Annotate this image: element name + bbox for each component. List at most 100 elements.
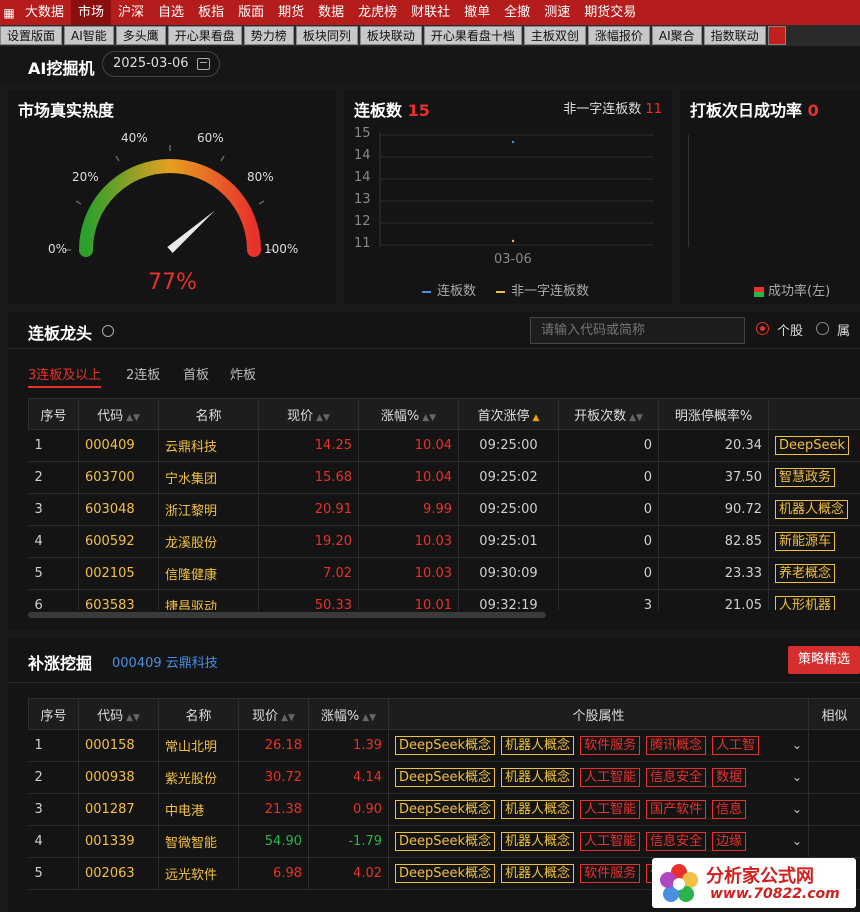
concept-tag[interactable]: DeepSeek概念 — [395, 800, 496, 819]
col-index[interactable]: 序号 — [28, 398, 79, 430]
col-name[interactable]: 名称 — [158, 398, 259, 430]
table-row[interactable]: 5 002105 信隆健康 7.02 10.03 09:30:09 0 23.33 养老概念 — [28, 557, 860, 590]
subtab[interactable]: 指数联动 — [703, 26, 766, 45]
concept-tag[interactable]: 机器人概念 — [775, 500, 849, 519]
menu-item[interactable]: 数据 — [311, 0, 351, 25]
concept-tag[interactable]: 信息安全 — [646, 832, 707, 851]
menu-item[interactable]: 测速 — [537, 0, 577, 25]
concept-tag[interactable]: 信息 — [712, 800, 747, 819]
concept-tag[interactable]: 养老概念 — [775, 564, 836, 583]
subtab[interactable]: 势力榜 — [243, 26, 294, 45]
sort-icon[interactable]: ▲▼ — [126, 413, 140, 423]
menu-item[interactable]: 版面 — [231, 0, 271, 25]
menu-item[interactable]: 沪深 — [111, 0, 151, 25]
chevron-down-icon[interactable]: ⌄ — [787, 770, 802, 784]
menu-item[interactable]: 板指 — [191, 0, 231, 25]
subtab[interactable]: 板块同列 — [295, 26, 358, 45]
subtab[interactable]: 设置版面 — [0, 26, 63, 45]
menu-item[interactable]: 全撤 — [497, 0, 537, 25]
menu-item[interactable]: 市场 — [71, 0, 112, 25]
col-change[interactable]: 涨幅% ▲▼ — [358, 398, 459, 430]
concept-tag[interactable]: 机器人概念 — [501, 736, 575, 755]
col-probability[interactable]: 明涨停概率% — [658, 398, 769, 430]
subtab[interactable]: AI聚合 — [651, 26, 702, 45]
subtab[interactable]: 开心果看盘 — [167, 26, 242, 45]
subtab[interactable]: 多头鹰 — [115, 26, 166, 45]
table-row[interactable]: 4 600592 龙溪股份 19.20 10.03 09:25:01 0 82.85 新能源车 — [28, 525, 860, 558]
col-price[interactable]: 现价 ▲▼ — [238, 698, 309, 730]
search-input[interactable] — [530, 317, 745, 344]
subtab[interactable]: 涨幅报价 — [587, 26, 650, 45]
col-index[interactable]: 序号 — [28, 698, 79, 730]
selected-stock[interactable]: 000409 云鼎科技 — [112, 652, 218, 671]
subtab[interactable]: AI智能 — [64, 26, 114, 45]
menu-item[interactable]: 大数据 — [18, 0, 71, 25]
table-row[interactable]: 1 000409 云鼎科技 14.25 10.04 09:25:00 0 20.34 DeepS… — [28, 429, 860, 462]
tab-3-plus[interactable]: 3连板及以上 — [28, 364, 102, 388]
chevron-down-icon[interactable]: ⌄ — [787, 802, 802, 816]
table-row[interactable]: 1 000158 常山北明 26.18 1.39 DeepSeek概念 机器人概念 软件服务腾… — [28, 729, 860, 762]
menu-item[interactable]: 龙虎榜 — [351, 0, 404, 25]
horizontal-scrollbar[interactable] — [28, 612, 546, 618]
legend-non-yizi[interactable]: 非一字连板数 — [496, 280, 589, 299]
concept-tag[interactable]: 机器人概念 — [501, 800, 575, 819]
table-row[interactable]: 3 603048 浙江黎明 20.91 9.99 09:25:00 0 90.72 机器人概念 — [28, 493, 860, 526]
concept-tag[interactable]: 人形机器 — [775, 596, 836, 610]
concept-tag[interactable]: 信息安全 — [646, 768, 707, 787]
col-open-count[interactable]: 开板次数 ▲▼ — [558, 398, 659, 430]
sort-icon[interactable]: ▲▼ — [629, 413, 643, 423]
concept-tag[interactable]: 机器人概念 — [501, 864, 575, 883]
chevron-down-icon[interactable]: ⌄ — [787, 834, 802, 848]
concept-tag[interactable]: 人工智能 — [580, 768, 641, 787]
table-row[interactable]: 2 603700 宁水集团 15.68 10.04 09:25:02 0 37.50 智慧政务 — [28, 461, 860, 494]
subtab[interactable]: 主板双创 — [523, 26, 586, 45]
grid-icon[interactable]: ▦ — [0, 0, 18, 25]
sort-icon[interactable]: ▲▼ — [362, 713, 376, 723]
menu-item[interactable]: 财联社 — [404, 0, 457, 25]
strategy-button[interactable]: 策略精选 — [788, 646, 860, 674]
concept-tag[interactable]: 软件服务 — [580, 864, 641, 883]
concept-tag[interactable]: DeepSeek概念 — [395, 864, 496, 883]
concept-tag[interactable]: 软件服务 — [580, 736, 641, 755]
tab-2-board[interactable]: 2连板 — [126, 364, 160, 383]
calendar-icon[interactable] — [197, 58, 210, 70]
daban-legend[interactable]: 成功率(左) — [754, 280, 830, 299]
concept-tag[interactable]: 智慧政务 — [775, 468, 836, 487]
sort-asc-icon[interactable]: ▲ — [533, 413, 540, 423]
date-picker[interactable]: 2025-03-06 — [102, 51, 220, 77]
refresh-icon[interactable] — [102, 325, 114, 337]
concept-tag[interactable]: 机器人概念 — [501, 832, 575, 851]
table-row[interactable]: 4 001339 智微智能 54.90 -1.79 DeepSeek概念 机器人概念 人工智能… — [28, 825, 860, 858]
radio-stock[interactable] — [756, 322, 769, 335]
tab-broken-board[interactable]: 炸板 — [230, 364, 256, 383]
subtab-more[interactable] — [767, 26, 786, 45]
col-name[interactable]: 名称 — [158, 698, 239, 730]
col-similar[interactable]: 相似 — [808, 698, 860, 730]
subtab[interactable]: 开心果看盘十档 — [423, 26, 522, 45]
sort-icon[interactable]: ▲▼ — [126, 713, 140, 723]
concept-tag[interactable]: 人工智 — [712, 736, 760, 755]
concept-tag[interactable]: DeepSeek概念 — [395, 832, 496, 851]
table-row[interactable]: 3 001287 中电港 21.38 0.90 DeepSeek概念 机器人概念 人工智能 国产… — [28, 793, 860, 826]
sort-icon[interactable]: ▲▼ — [422, 413, 436, 423]
concept-tag[interactable]: 腾讯概念 — [646, 736, 707, 755]
subtab[interactable]: 板块联动 — [359, 26, 422, 45]
concept-tag[interactable]: DeepSeek — [775, 436, 850, 455]
concept-tag[interactable]: 数据 — [712, 768, 747, 787]
chevron-down-icon[interactable]: ⌄ — [787, 738, 802, 752]
concept-tag[interactable]: 人工智能 — [580, 832, 641, 851]
sort-icon[interactable]: ▲▼ — [281, 713, 295, 723]
concept-tag[interactable]: 新能源车 — [775, 532, 836, 551]
concept-tag[interactable]: DeepSeek概念 — [395, 768, 496, 787]
radio-attr[interactable] — [816, 322, 829, 335]
concept-tag[interactable]: 人工智能 — [580, 800, 641, 819]
menu-item[interactable]: 撤单 — [457, 0, 497, 25]
legend-lianban[interactable]: 连板数 — [422, 280, 476, 299]
col-change[interactable]: 涨幅% ▲▼ — [308, 698, 389, 730]
menu-item[interactable]: 自选 — [151, 0, 191, 25]
col-code[interactable]: 代码 ▲▼ — [78, 698, 159, 730]
menu-item[interactable]: 期货交易 — [577, 0, 643, 25]
table-row[interactable]: 2 000938 紫光股份 30.72 4.14 DeepSeek概念 机器人概念 人工智能信… — [28, 761, 860, 794]
col-code[interactable]: 代码 ▲▼ — [78, 398, 159, 430]
concept-tag[interactable]: 国产软件 — [646, 800, 707, 819]
